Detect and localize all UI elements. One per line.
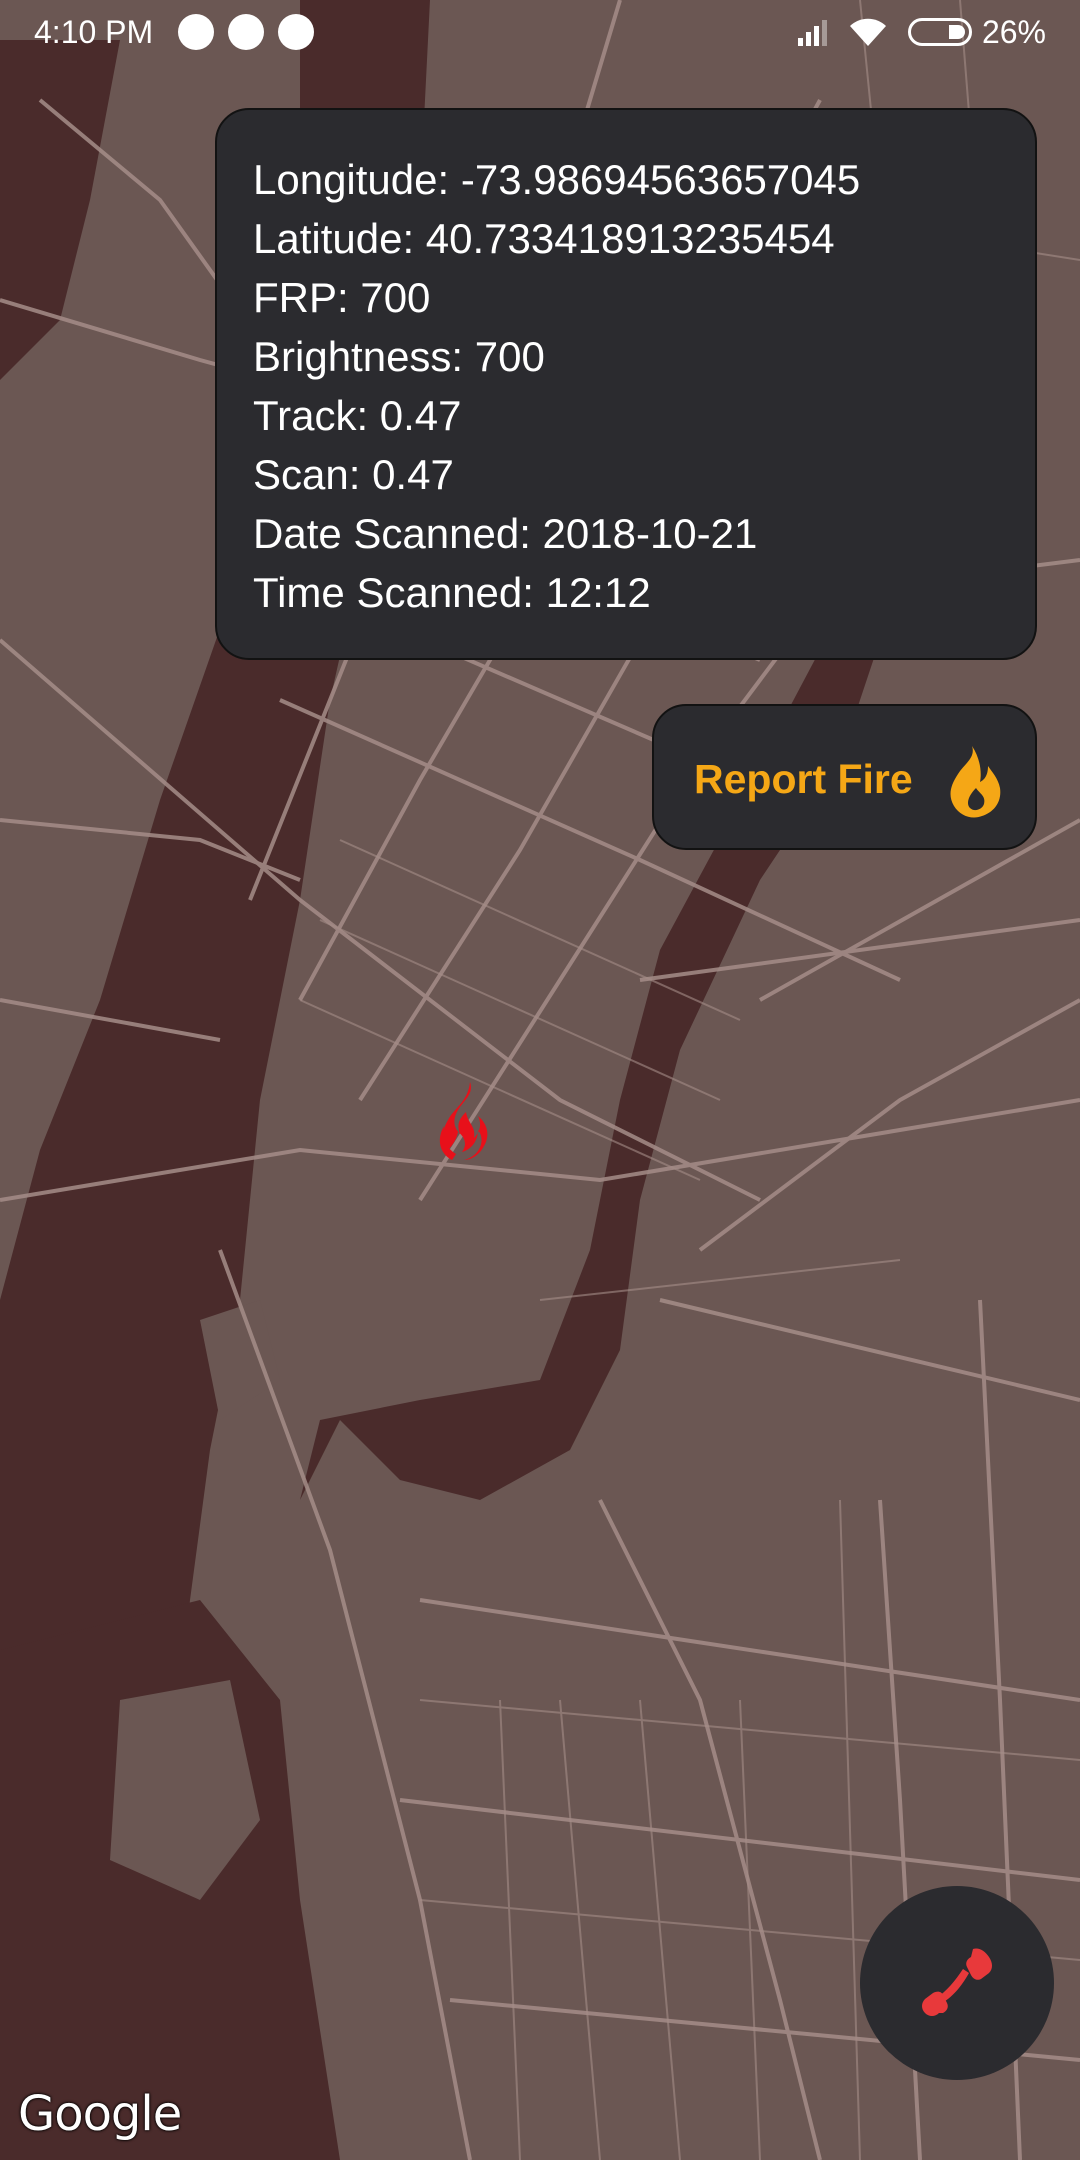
phone-icon [922,1948,992,2016]
brightness-text: Brightness: 700 [253,333,545,380]
time-scanned-text: Time Scanned: 12:12 [253,569,651,616]
app-a-icon [178,14,214,50]
signal-icon [798,20,827,46]
report-fire-label: Report Fire [694,756,913,802]
latitude-text: Latitude: 40.733418913235454 [253,215,835,262]
scan-text: Scan: 0.47 [253,451,454,498]
status-time: 4:10 PM [34,14,154,50]
battery-icon [908,18,972,46]
app-a-icon [228,14,264,50]
status-bar: 4:10 PM 26% [0,0,1080,64]
messenger-icon [278,14,314,50]
fire-info-card: Longitude: -73.98694563657045 Latitude: … [215,108,1037,660]
google-attribution: Google [18,2086,182,2142]
report-fire-button[interactable]: Report Fire [652,704,1037,850]
date-scanned-text: Date Scanned: 2018-10-21 [253,510,758,557]
flame-icon [950,746,1001,818]
app-screen: 4:10 PM 26% Longitude: -73.9869456365704… [0,0,1080,2160]
frp-text: FRP: 700 [253,274,431,321]
track-text: Track: 0.47 [253,392,462,439]
wifi-icon [850,18,886,46]
fire-marker-icon[interactable] [434,1080,504,1162]
battery-percent: 26% [981,14,1046,50]
longitude-text: Longitude: -73.98694563657045 [253,156,861,203]
call-button[interactable] [860,1886,1054,2080]
